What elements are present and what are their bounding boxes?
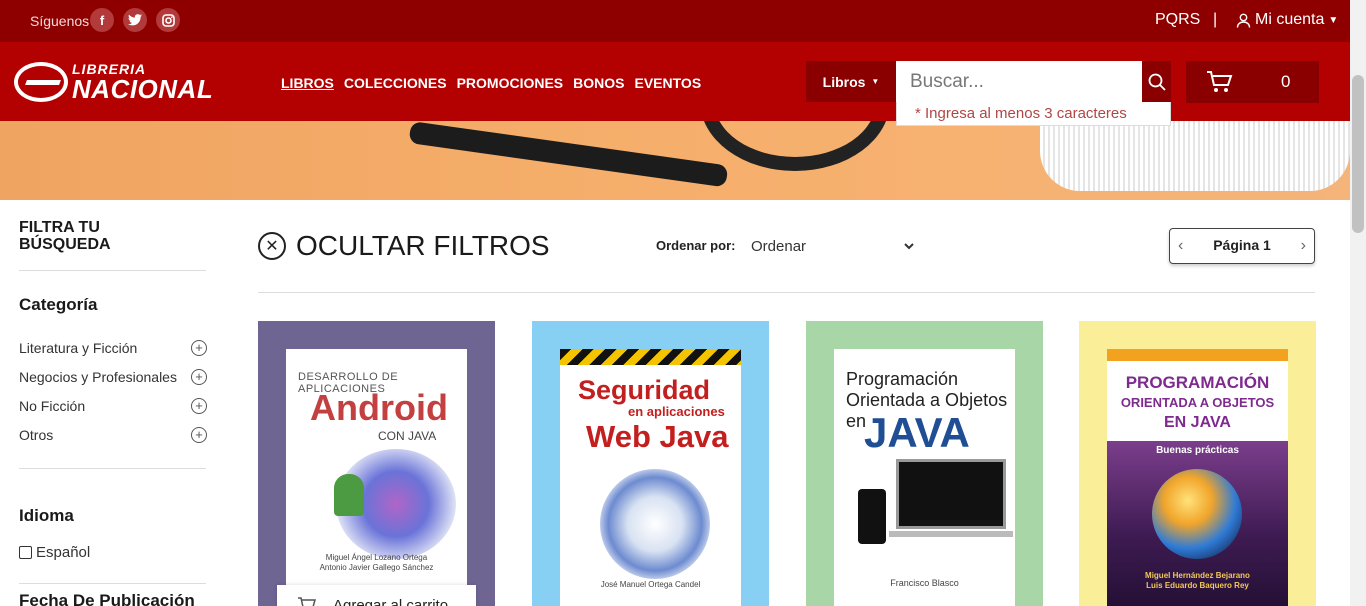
caret-down-icon: ▼ xyxy=(1328,14,1339,26)
twitter-icon[interactable] xyxy=(123,8,147,32)
cover-band xyxy=(1107,349,1288,361)
nav-colecciones[interactable]: COLECCIONES xyxy=(344,75,447,91)
search-hint: * Ingresa al menos 3 caracteres xyxy=(896,102,1171,126)
divider xyxy=(258,292,1315,293)
hero-banner xyxy=(0,121,1350,200)
logo-mark-icon xyxy=(14,62,68,102)
user-icon xyxy=(1236,13,1251,28)
account-label: Mi cuenta xyxy=(1255,11,1325,28)
phone-image xyxy=(858,489,886,544)
search-input[interactable] xyxy=(896,61,1142,102)
plus-circle-icon[interactable]: + xyxy=(191,398,207,414)
checkbox[interactable] xyxy=(19,546,32,559)
plus-circle-icon[interactable]: + xyxy=(191,369,207,385)
category-item[interactable]: Literatura y Ficción + xyxy=(19,340,207,356)
book-cover[interactable]: DESARROLLO DE APLICACIONES Android CON J… xyxy=(286,349,467,606)
instagram-icon[interactable] xyxy=(156,8,180,32)
pagination: ‹ Página 1 › xyxy=(1169,228,1315,264)
category-item[interactable]: Otros + xyxy=(19,427,207,443)
plus-circle-icon[interactable]: + xyxy=(191,427,207,443)
product-card[interactable]: DESARROLLO DE APLICACIONES Android CON J… xyxy=(258,321,495,606)
category-item[interactable]: No Ficción + xyxy=(19,398,207,414)
follow-label: Síguenos xyxy=(30,13,90,29)
sort-select[interactable]: Ordenar xyxy=(747,234,917,258)
search-category-dropdown[interactable]: Libros ▼ xyxy=(806,61,896,102)
facebook-icon[interactable]: f xyxy=(90,8,114,32)
search-category-label: Libros xyxy=(822,73,866,90)
product-listing: ✕ OCULTAR FILTROS Ordenar por: Ordenar ‹… xyxy=(225,200,1350,606)
hide-filters-button[interactable]: ✕ OCULTAR FILTROS xyxy=(258,230,550,262)
laptop-base xyxy=(889,531,1013,537)
book-image xyxy=(1040,121,1350,191)
nav-libros[interactable]: LIBROS xyxy=(281,75,334,91)
main-nav: LIBROS COLECCIONES PROMOCIONES BONOS EVE… xyxy=(281,75,701,91)
pqrs-link[interactable]: PQRS xyxy=(1155,11,1200,29)
nav-eventos[interactable]: EVENTOS xyxy=(635,75,702,91)
cart-button[interactable]: 0 xyxy=(1186,61,1319,103)
publication-date-title: Fecha De Publicación xyxy=(19,591,195,606)
scroll-thumb[interactable] xyxy=(1352,75,1364,233)
search-button[interactable] xyxy=(1142,61,1171,102)
language-checkbox-espanol[interactable]: Español xyxy=(19,544,90,561)
magnifier-handle xyxy=(408,121,729,188)
plus-circle-icon[interactable]: + xyxy=(191,340,207,356)
logo[interactable]: LIBRERIA NACIONAL xyxy=(14,62,213,102)
chevron-right-icon[interactable]: › xyxy=(1301,237,1306,255)
nav-promociones[interactable]: PROMOCIONES xyxy=(457,75,564,91)
sphere-image xyxy=(1152,469,1242,559)
product-card[interactable]: Programación Orientada a Objetos en JAVA… xyxy=(806,321,1043,606)
divider xyxy=(19,270,206,271)
cover-art xyxy=(600,469,710,579)
android-figure xyxy=(334,474,364,516)
divider xyxy=(19,583,206,584)
category-title: Categoría xyxy=(19,295,98,314)
category-item[interactable]: Negocios y Profesionales + xyxy=(19,369,207,385)
account-menu[interactable]: Mi cuenta ▼ xyxy=(1236,11,1338,29)
cart-icon xyxy=(1207,71,1233,92)
sort-label: Ordenar por: xyxy=(656,238,736,253)
laptop-image xyxy=(896,459,1006,529)
cart-icon xyxy=(298,597,316,606)
magnifier-image xyxy=(700,121,890,171)
book-cover[interactable]: Seguridad en aplicaciones Web Java José … xyxy=(560,349,741,606)
top-bar: Síguenos f PQRS | Mi cuenta ▼ xyxy=(0,0,1350,42)
cover-stripe xyxy=(560,349,741,365)
divider xyxy=(19,468,206,469)
cart-count: 0 xyxy=(1281,72,1291,91)
product-card[interactable]: PROGRAMACIÓN ORIENTADA A OBJETOS EN JAVA… xyxy=(1079,321,1316,606)
close-circle-icon: ✕ xyxy=(258,232,286,260)
hide-filters-label: OCULTAR FILTROS xyxy=(296,230,550,261)
filter-sidebar: FILTRA TU BÚSQUEDA Categoría Literatura … xyxy=(0,200,225,606)
sidebar-title: FILTRA TU BÚSQUEDA xyxy=(19,219,111,253)
language-title: Idioma xyxy=(19,506,74,525)
caret-down-icon: ▼ xyxy=(871,77,880,86)
search-icon xyxy=(1148,73,1166,91)
page-label: Página 1 xyxy=(1213,237,1271,253)
book-cover[interactable]: PROGRAMACIÓN ORIENTADA A OBJETOS EN JAVA… xyxy=(1107,349,1288,606)
logo-line2: NACIONAL xyxy=(72,74,214,104)
book-cover[interactable]: Programación Orientada a Objetos en JAVA… xyxy=(834,349,1015,606)
add-to-cart-button[interactable]: Agregar al carrito xyxy=(277,585,476,606)
page-scrollbar[interactable] xyxy=(1350,0,1366,606)
product-card[interactable]: Seguridad en aplicaciones Web Java José … xyxy=(532,321,769,606)
separator: | xyxy=(1213,11,1218,28)
nav-bonos[interactable]: BONOS xyxy=(573,75,624,91)
